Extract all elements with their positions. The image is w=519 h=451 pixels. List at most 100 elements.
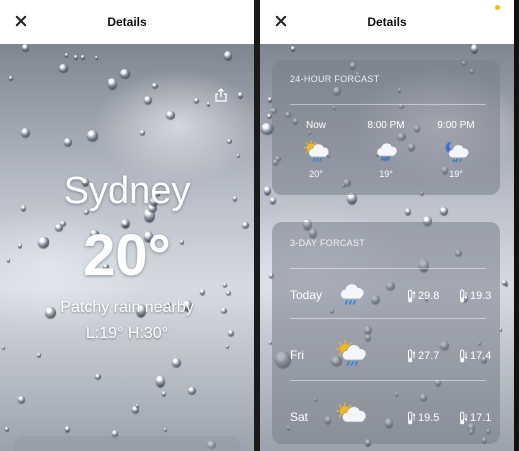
- daily-row: Sat 19.5 17.1: [272, 396, 500, 440]
- divider: [290, 380, 486, 381]
- raindrop: [87, 130, 98, 141]
- raindrop: [405, 208, 411, 215]
- raindrop: [65, 426, 70, 432]
- cloud-rain-icon: [339, 283, 365, 305]
- raindrop: [152, 83, 158, 88]
- thermometer-down-icon: [459, 349, 468, 363]
- raindrop: [95, 374, 101, 379]
- divider: [290, 104, 486, 105]
- raindrop: [120, 69, 130, 78]
- daily-row: Today 29.8 19.3: [272, 274, 500, 318]
- raindrop: [471, 44, 478, 53]
- raindrop: [207, 102, 210, 106]
- page-title: Details: [367, 15, 407, 29]
- day-name: Sat: [290, 410, 309, 424]
- raindrop: [140, 130, 145, 135]
- bottom-card: [14, 436, 240, 451]
- current-temperature: 20°: [83, 223, 171, 288]
- raindrop: [238, 92, 243, 98]
- raindrop: [194, 98, 199, 103]
- top-bar: Details: [0, 0, 254, 44]
- raindrop: [166, 111, 175, 119]
- hourly-forecast-card: 24-HOUR FORCAST Now 20° 8:00 PM 19° 9:00…: [272, 60, 500, 195]
- low-temperature: 17.1: [458, 410, 491, 426]
- thermometer-down-icon: [459, 411, 468, 425]
- raindrop: [264, 186, 271, 195]
- raindrop: [18, 396, 25, 403]
- page-title: Details: [107, 15, 147, 29]
- thermometer-up-icon: [407, 349, 416, 363]
- raindrop: [291, 46, 295, 51]
- raindrop: [226, 291, 231, 295]
- raindrop: [440, 207, 448, 215]
- raindrop: [172, 358, 181, 367]
- divider: [290, 268, 486, 269]
- raindrop: [22, 44, 29, 51]
- low-temperature: 17.4: [458, 348, 491, 364]
- raindrop: [95, 56, 98, 59]
- raindrop: [21, 128, 30, 137]
- raindrop: [37, 353, 41, 357]
- hourly-item: Now 20°: [286, 120, 346, 179]
- sun-cloud-icon: [336, 402, 366, 423]
- top-bar: Details: [260, 0, 514, 44]
- thermometer-up-icon: [407, 289, 416, 303]
- raindrop: [226, 345, 229, 348]
- raindrop: [162, 391, 166, 396]
- raindrop: [81, 55, 85, 59]
- hourly-item: 8:00 PM 19°: [356, 120, 416, 179]
- raindrop: [5, 427, 9, 431]
- raindrop: [270, 197, 276, 204]
- raindrop: [502, 280, 507, 285]
- status-indicator: [495, 5, 500, 10]
- weather-condition: Patchy rain nearby: [60, 299, 194, 316]
- thermometer-up-icon: [407, 411, 416, 425]
- moon-cloud-rain-icon: [445, 141, 470, 163]
- sun-cloud-rain-icon: [303, 140, 330, 162]
- hour-label: 8:00 PM: [367, 120, 405, 131]
- raindrop: [227, 139, 232, 143]
- raindrop: [144, 96, 152, 104]
- close-icon[interactable]: [14, 14, 28, 28]
- raindrop: [64, 138, 72, 146]
- day-name: Fri: [290, 348, 304, 362]
- raindrop: [224, 51, 232, 60]
- raindrop: [188, 387, 196, 394]
- hour-label: Now: [305, 120, 326, 131]
- cloud-rain-icon: [376, 142, 398, 161]
- high-temperature: 29.8: [406, 288, 439, 304]
- raindrop: [65, 53, 68, 57]
- share-icon[interactable]: [214, 88, 228, 102]
- raindrop: [136, 404, 139, 407]
- daily-row: Fri 27.7 17.4: [272, 334, 500, 378]
- raindrop: [74, 55, 78, 59]
- raindrop: [59, 64, 68, 72]
- hour-temperature: 19°: [379, 169, 393, 179]
- weather-screen-left: Details Sydney 20° Patchy rain nearby L:…: [0, 0, 254, 451]
- high-temperature: 19.5: [406, 410, 439, 426]
- card-title: 3-DAY FORCAST: [290, 238, 366, 248]
- hour-label: 9:00 PM: [437, 120, 475, 131]
- low-high-temperature: L:19° H:30°: [85, 325, 169, 342]
- thermometer-down-icon: [459, 289, 468, 303]
- raindrop: [108, 78, 117, 89]
- card-title: 24-HOUR FORCAST: [290, 74, 380, 84]
- day-name: Today: [290, 288, 323, 302]
- raindrop: [164, 428, 167, 431]
- weather-screen-right: Details 24-HOUR FORCAST Now 20° 8:00 PM …: [260, 0, 514, 451]
- raindrop: [2, 346, 5, 349]
- hour-temperature: 19°: [449, 169, 463, 179]
- raindrop: [132, 406, 139, 413]
- high-temperature: 27.7: [406, 348, 439, 364]
- city-name: Sydney: [63, 170, 191, 212]
- raindrop: [237, 154, 240, 157]
- hourly-item: 9:00 PM 19°: [426, 120, 486, 179]
- raindrop: [156, 375, 165, 387]
- divider: [290, 318, 486, 319]
- hour-temperature: 20°: [309, 169, 323, 179]
- low-temperature: 19.3: [458, 288, 491, 304]
- daily-forecast-card: 3-DAY FORCAST Today 29.8 19.3 Fri 27.7 1…: [272, 222, 500, 444]
- raindrop: [200, 289, 205, 295]
- close-icon[interactable]: [274, 14, 288, 28]
- sun-cloud-rain-icon: [336, 340, 366, 366]
